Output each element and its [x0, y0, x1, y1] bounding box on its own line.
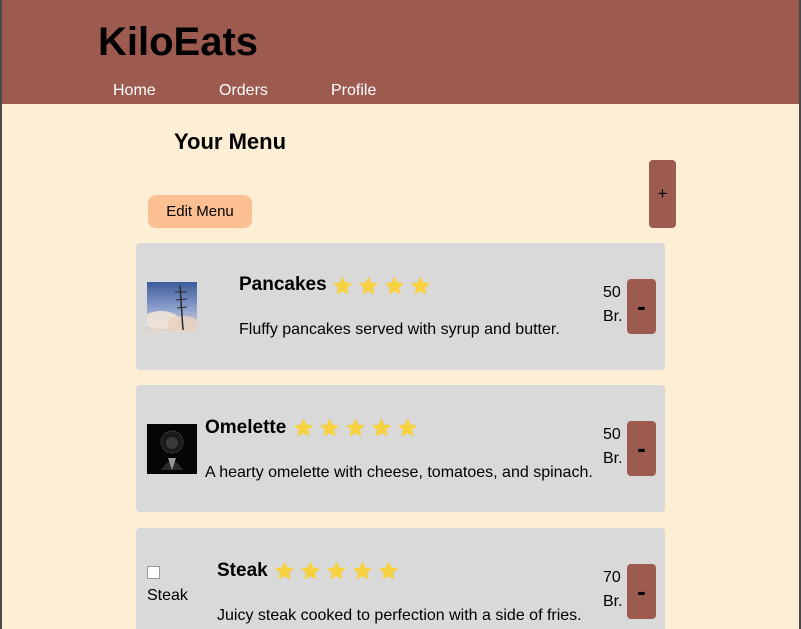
star-rating [274, 561, 399, 581]
menu-item-card: Steak Steak Juicy steak cooked to perfec… [136, 528, 665, 629]
pancakes-image [147, 282, 197, 332]
remove-item-button[interactable]: - [627, 279, 656, 334]
star-icon [320, 419, 339, 437]
star-icon [398, 419, 417, 437]
nav-home-link[interactable]: Home [113, 82, 156, 100]
price-currency: Br. [603, 593, 623, 610]
item-price: 50 Br. [603, 281, 625, 329]
star-icon [385, 277, 404, 295]
star-icon [333, 277, 352, 295]
edit-menu-button[interactable]: Edit Menu [148, 195, 252, 228]
item-description: Juicy steak cooked to perfection with a … [217, 607, 582, 624]
menu-item-card: Omelette A hearty omelette with cheese, … [136, 385, 665, 512]
price-currency: Br. [603, 450, 623, 467]
item-description: A hearty omelette with cheese, tomatoes,… [205, 464, 593, 481]
star-icon [346, 419, 365, 437]
add-menu-item-button[interactable]: + [649, 160, 676, 228]
nav-profile-link[interactable]: Profile [331, 82, 376, 100]
menu-item-card: Pancakes Fluffy pancakes served with syr… [136, 243, 665, 370]
image-alt-text: Steak [147, 587, 188, 604]
star-rating [332, 276, 431, 296]
price-currency: Br. [603, 308, 623, 325]
nav-orders-link[interactable]: Orders [219, 82, 268, 100]
star-icon [411, 277, 430, 295]
app-page: KiloEats Home Orders Profile Your Menu +… [2, 0, 799, 629]
top-header: KiloEats Home Orders Profile [2, 0, 799, 104]
price-amount: 50 [603, 284, 621, 301]
item-price: 50 Br. [603, 423, 625, 471]
item-description: Fluffy pancakes served with syrup and bu… [239, 321, 560, 338]
omelette-image [147, 424, 197, 474]
remove-item-button[interactable]: - [627, 564, 656, 619]
broken-image-icon [147, 566, 160, 579]
star-icon [353, 562, 372, 580]
star-rating [293, 418, 418, 438]
page-title: Your Menu [174, 129, 287, 154]
price-amount: 50 [603, 426, 621, 443]
star-icon [327, 562, 346, 580]
star-icon [379, 562, 398, 580]
star-icon [275, 562, 294, 580]
item-name: Steak [217, 560, 268, 581]
star-icon [359, 277, 378, 295]
price-amount: 70 [603, 569, 621, 586]
brand-logo-text: KiloEats [98, 20, 259, 64]
remove-item-button[interactable]: - [627, 421, 656, 476]
item-name: Omelette [205, 417, 287, 438]
item-price: 70 Br. [603, 566, 625, 614]
steak-image-broken: Steak [147, 566, 197, 606]
star-icon [301, 562, 320, 580]
star-icon [372, 419, 391, 437]
star-icon [294, 419, 313, 437]
item-name: Pancakes [239, 274, 327, 295]
